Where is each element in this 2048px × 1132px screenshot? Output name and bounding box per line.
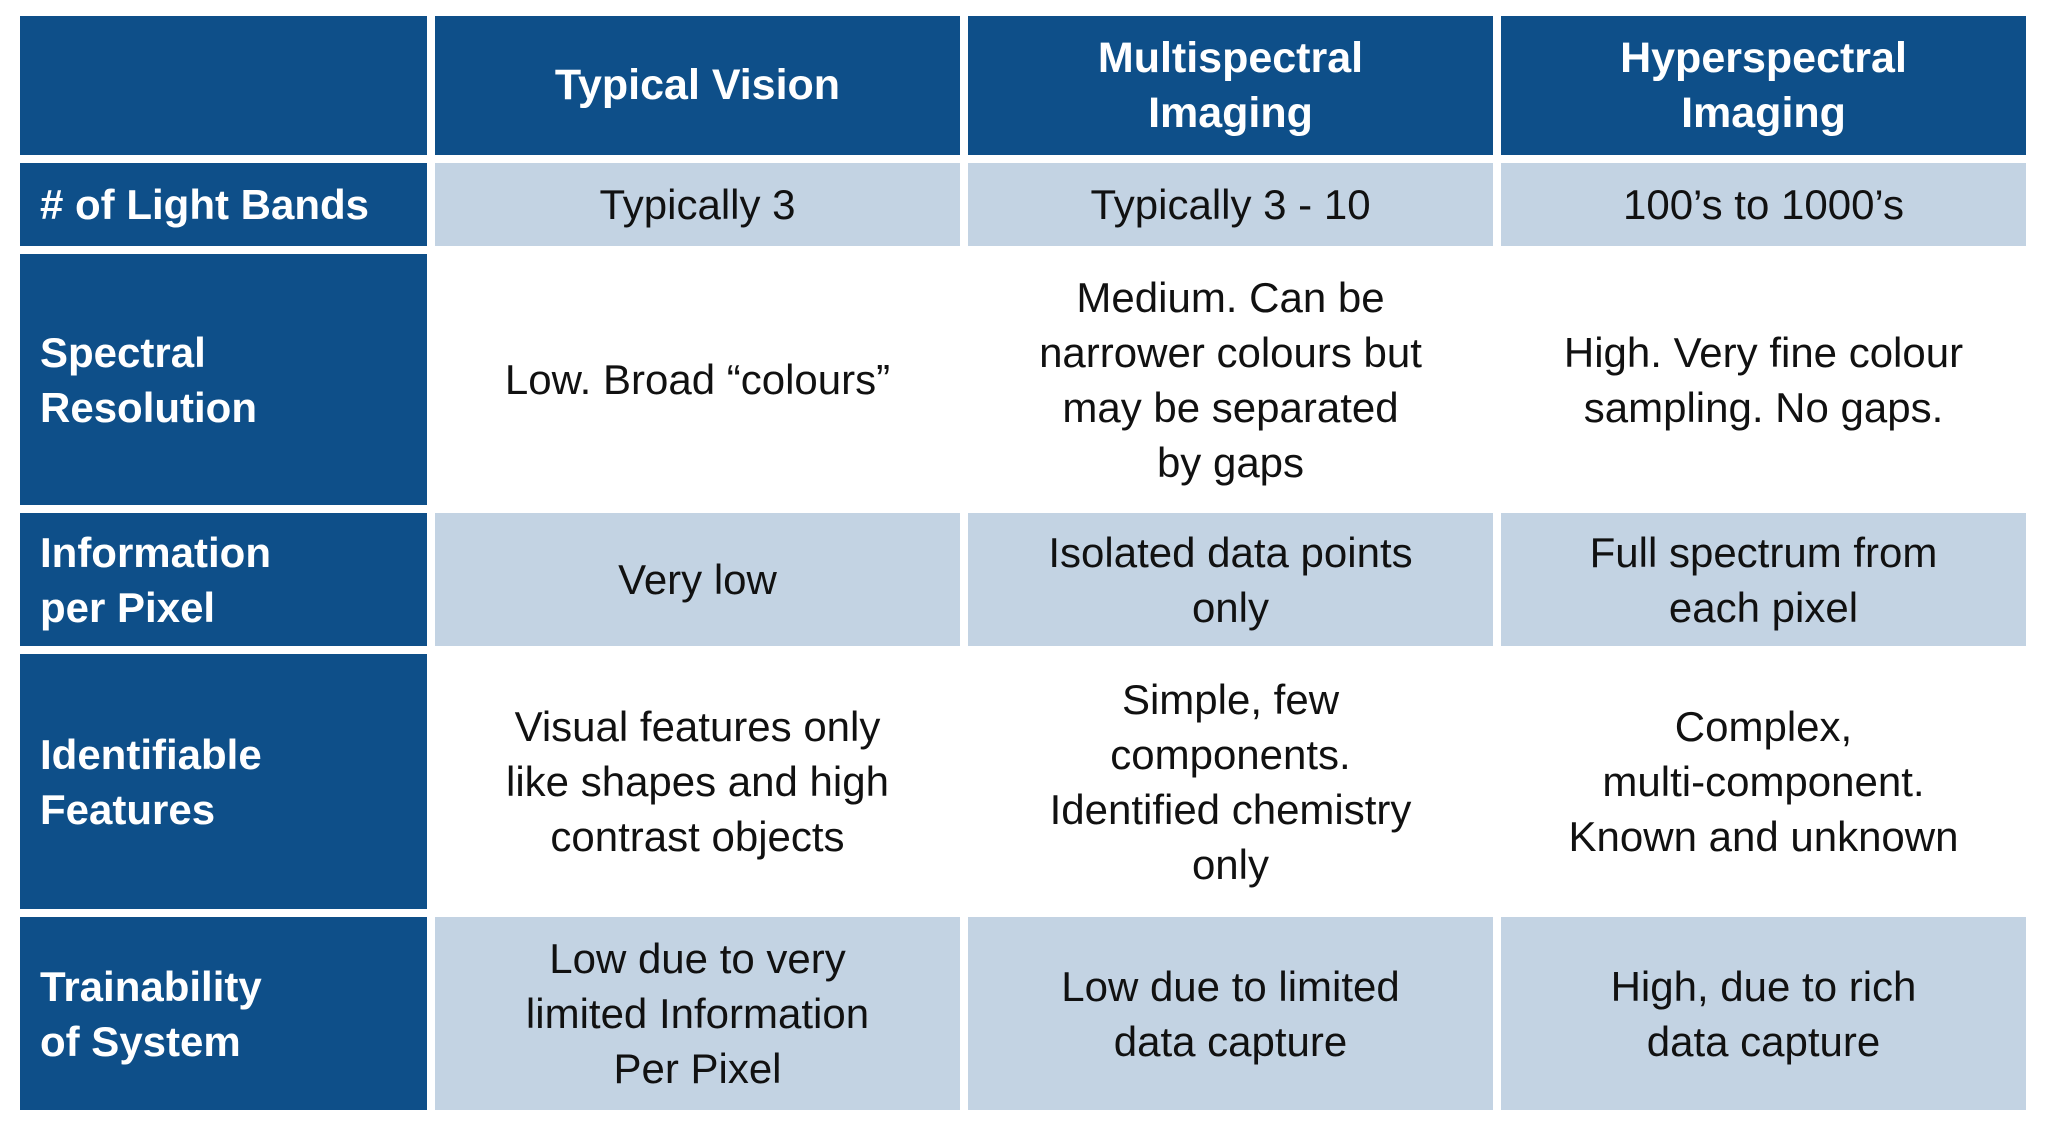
- table-cell: Simple, few components. Identified chemi…: [968, 654, 1493, 909]
- table-cell: High, due to rich data capture: [1501, 917, 2026, 1110]
- table-cell: Isolated data points only: [968, 513, 1493, 646]
- table-cell: High. Very fine colour sampling. No gaps…: [1501, 254, 2026, 505]
- row-header-information-per-pixel: Information per Pixel: [20, 513, 427, 646]
- column-header-multispectral: Multispectral Imaging: [968, 16, 1493, 155]
- table-cell: Low due to very limited Information Per …: [435, 917, 960, 1110]
- table-cell: Full spectrum from each pixel: [1501, 513, 2026, 646]
- column-header-hyperspectral: Hyperspectral Imaging: [1501, 16, 2026, 155]
- row-header-identifiable-features: Identifiable Features: [20, 654, 427, 909]
- header-corner-cell: [20, 16, 427, 155]
- comparison-table: Typical Vision Multispectral Imaging Hyp…: [20, 16, 2026, 1110]
- row-header-trainability: Trainability of System: [20, 917, 427, 1110]
- table-cell: Medium. Can be narrower colours but may …: [968, 254, 1493, 505]
- table-cell: Very low: [435, 513, 960, 646]
- table-cell: Low. Broad “colours”: [435, 254, 960, 505]
- table-cell: Visual features only like shapes and hig…: [435, 654, 960, 909]
- row-header-light-bands: # of Light Bands: [20, 163, 427, 246]
- table-cell: Complex, multi-component. Known and unkn…: [1501, 654, 2026, 909]
- row-header-spectral-resolution: Spectral Resolution: [20, 254, 427, 505]
- table-cell: 100’s to 1000’s: [1501, 163, 2026, 246]
- table-cell: Typically 3: [435, 163, 960, 246]
- table-cell: Low due to limited data capture: [968, 917, 1493, 1110]
- column-header-typical-vision: Typical Vision: [435, 16, 960, 155]
- table-cell: Typically 3 - 10: [968, 163, 1493, 246]
